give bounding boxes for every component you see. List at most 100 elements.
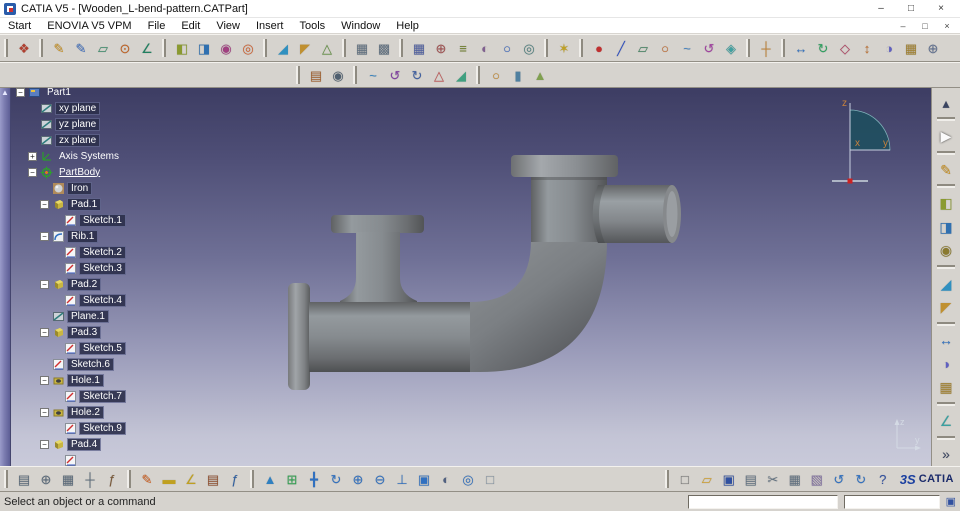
tree-item-iron[interactable]: Iron (68, 182, 92, 194)
tree-item-sketch-5[interactable]: Sketch.5 (80, 342, 125, 354)
plane-icon[interactable]: ▱ (632, 37, 654, 59)
toolbar-grip[interactable] (476, 66, 480, 84)
tile-window-icon[interactable]: ▩ (373, 37, 395, 59)
toolbar-grip[interactable] (664, 470, 669, 488)
redo-icon[interactable]: ↻ (850, 468, 872, 490)
viewport-3d[interactable]: ▲ − Part1 xy plane yz plane zx plane + Axis Sy… (0, 88, 960, 466)
pocket-side-icon[interactable]: ◨ (934, 216, 958, 237)
snap-to-point-icon[interactable]: ⊙ (114, 37, 136, 59)
rotate-view-icon[interactable]: ↻ (325, 468, 347, 490)
sketch-icon[interactable] (64, 294, 77, 307)
fly-mode-icon[interactable]: ▲ (259, 468, 281, 490)
toolbar-grip[interactable] (250, 470, 254, 488)
doc-close-button[interactable]: × (936, 21, 958, 31)
more-tools-icon[interactable]: » (934, 444, 958, 465)
draft-icon[interactable]: △ (316, 37, 338, 59)
compass-origin-dot[interactable] (847, 178, 853, 184)
tree-expander-partbody[interactable]: − (28, 167, 37, 177)
plane-icon[interactable] (40, 118, 53, 131)
sketch-icon[interactable] (64, 342, 77, 355)
hole-icon[interactable] (52, 374, 65, 387)
full-screen-icon[interactable]: □ (479, 468, 501, 490)
pan-icon[interactable]: ╋ (303, 468, 325, 490)
menu-start[interactable]: Start (0, 20, 39, 32)
plane-icon[interactable] (40, 102, 53, 115)
sketcher-icon[interactable]: ✎ (48, 37, 70, 59)
normal-view-icon[interactable]: ⊥ (391, 468, 413, 490)
tree-item-yz-plane[interactable]: yz plane (56, 118, 100, 130)
zoom-in-icon[interactable]: ⊕ (347, 468, 369, 490)
toolbar-grip[interactable] (39, 39, 43, 57)
conic-icon[interactable]: △ (428, 64, 450, 86)
menu-insert[interactable]: Insert (248, 20, 292, 32)
line-icon[interactable]: ╱ (610, 37, 632, 59)
toolbar-grip[interactable] (746, 39, 750, 57)
tree-item-pad-1[interactable]: Pad.1 (68, 198, 101, 210)
toolbar-grip[interactable] (4, 39, 8, 57)
sketcher-side-icon[interactable]: ✎ (934, 159, 958, 180)
help-icon[interactable]: ? (872, 468, 894, 490)
sketch-icon[interactable] (64, 390, 77, 403)
toolbar-grip[interactable] (579, 39, 583, 57)
toolbar-grip[interactable] (342, 39, 346, 57)
tree-item-sketch-7[interactable]: Sketch.7 (80, 390, 125, 402)
new-icon[interactable]: □ (674, 468, 696, 490)
parameters-icon[interactable]: ƒ (101, 468, 123, 490)
sketch-icon[interactable] (52, 358, 65, 371)
material-icon[interactable] (52, 182, 65, 195)
split-view-icon[interactable]: ▦ (351, 37, 373, 59)
pad-side-icon[interactable]: ◧ (934, 192, 958, 213)
reframe-icon[interactable]: ▦ (57, 468, 79, 490)
tree-item-plane-1[interactable]: Plane.1 (68, 310, 108, 322)
print-icon[interactable]: ▤ (740, 468, 762, 490)
workbench-icon[interactable]: ❖ (13, 37, 35, 59)
cut-icon[interactable]: ✂ (762, 468, 784, 490)
lighting-icon[interactable]: ✶ (553, 37, 575, 59)
pattern-icon[interactable]: ▦ (900, 37, 922, 59)
protractor-icon[interactable]: ∠ (180, 468, 202, 490)
plane-icon[interactable] (40, 134, 53, 147)
pad-icon[interactable] (52, 326, 65, 339)
knowledge-icon[interactable]: ƒ (224, 468, 246, 490)
view-compass[interactable]: z y x (814, 93, 892, 188)
arc-icon[interactable]: ○ (485, 64, 507, 86)
groove-icon[interactable]: ◎ (237, 37, 259, 59)
tree-item-sketch-4[interactable]: Sketch.4 (80, 294, 125, 306)
dialog-field[interactable] (687, 494, 838, 509)
part-icon[interactable] (28, 88, 41, 99)
toolbar-grip[interactable] (127, 470, 131, 488)
hide-show-icon[interactable]: ◎ (457, 468, 479, 490)
menu-tools[interactable]: Tools (291, 20, 333, 32)
status-indicator-icon[interactable]: ▣ (946, 495, 956, 508)
tree-item-rib-1[interactable]: Rib.1 (68, 230, 98, 242)
corner-icon[interactable]: ◢ (450, 64, 472, 86)
spline2-icon[interactable]: ~ (362, 64, 384, 86)
hole-icon[interactable] (52, 406, 65, 419)
tree-item-sketch-1[interactable]: Sketch.1 (80, 214, 125, 226)
toolbar-grip[interactable] (4, 470, 8, 488)
positioned-sketch-icon[interactable]: ✎ (70, 37, 92, 59)
tree-item-part1[interactable]: Part1 (44, 88, 74, 98)
tree-item-pad-2[interactable]: Pad.2 (68, 278, 101, 290)
pocket-icon[interactable]: ◨ (193, 37, 215, 59)
measure-icon[interactable]: ∠ (934, 410, 958, 431)
tree-item-pad-4[interactable]: Pad.4 (68, 438, 101, 450)
menu-view[interactable]: View (208, 20, 248, 32)
pad-icon[interactable] (52, 278, 65, 291)
menu-enovia-v5-vpm[interactable]: ENOVIA V5 VPM (39, 20, 139, 32)
magnifier-icon[interactable]: ○ (496, 37, 518, 59)
undo-icon[interactable]: ↺ (828, 468, 850, 490)
render-style-icon[interactable]: ◐ (435, 468, 457, 490)
helix-icon[interactable]: ↺ (698, 37, 720, 59)
sketch-icon[interactable] (64, 262, 77, 275)
scroll-up-arrow-icon[interactable]: ▲ (1, 88, 9, 466)
tree-item-partbody[interactable]: PartBody (56, 167, 103, 178)
plane-icon[interactable] (52, 310, 65, 323)
toolbar-grip[interactable] (544, 39, 548, 57)
zoom-out-icon[interactable]: ⊖ (369, 468, 391, 490)
toolbar-grip[interactable] (781, 39, 785, 57)
shaft-icon[interactable]: ◉ (215, 37, 237, 59)
compass-tool-icon[interactable]: ┼ (79, 468, 101, 490)
symmetry-icon[interactable]: ◇ (834, 37, 856, 59)
cone-icon[interactable]: ▲ (529, 64, 551, 86)
